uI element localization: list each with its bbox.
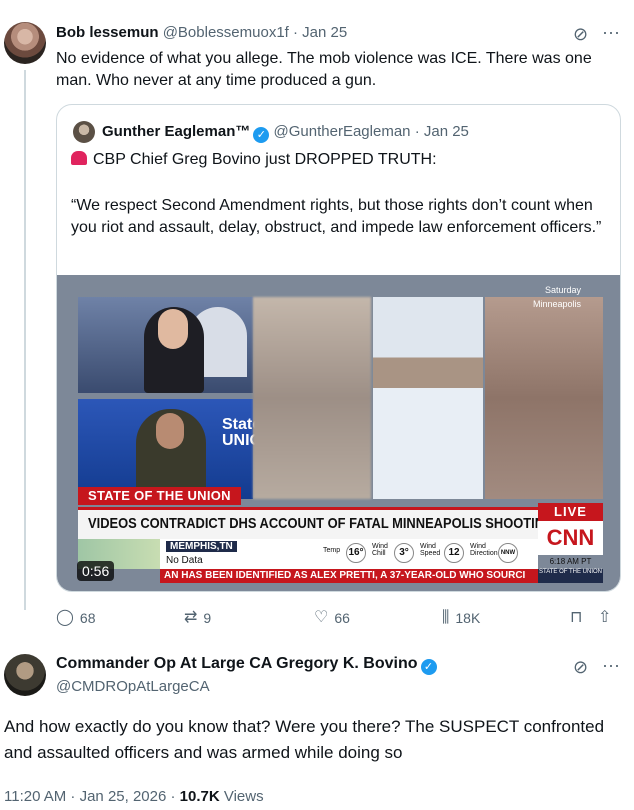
view-count: 18K <box>455 610 481 626</box>
windspeed-label: Wind Speed <box>420 543 441 557</box>
quote-author-avatar <box>73 121 95 143</box>
video-duration-badge: 0:56 <box>77 561 115 581</box>
share-action[interactable]: ⇧ <box>598 610 611 626</box>
city-sub-label: No Data <box>166 555 203 566</box>
winddir-value: NNW <box>498 543 518 563</box>
repost-icon: ⇄ <box>184 609 198 626</box>
news-lower-third: STATE OF THE UNION VIDEOS CONTRADICT DHS… <box>78 487 603 583</box>
more-options-icon[interactable]: ··· <box>602 22 620 43</box>
quote-line1-text: CBP Chief Greg Bovino just DROPPED TRUTH… <box>93 151 437 168</box>
windchill-value: 3° <box>394 543 414 563</box>
main-tweet-timestamp[interactable]: 11:20 AM · Jan 25, 2026 · <box>4 788 180 805</box>
video-corner-weather: Saturday Minneapolis <box>533 283 581 311</box>
share-icon: ⇧ <box>598 609 612 626</box>
windchill-label: Wind Chill <box>372 543 388 557</box>
video-blurred-panel-left <box>253 297 371 499</box>
headline-bar: VIDEOS CONTRADICT DHS ACCOUNT OF FATAL M… <box>78 507 554 539</box>
video-anchor-panel <box>78 297 253 393</box>
temp-label: Temp <box>323 547 341 554</box>
video-blurred-panel-right <box>485 297 603 499</box>
main-view-count: 10.7K <box>179 788 220 805</box>
broadcast-clock: 6:18 AM PT <box>549 557 592 566</box>
thread-connector-line <box>24 70 26 610</box>
quoted-tweet-card[interactable]: Gunther Eagleman™ ✓ @GuntherEagleman · Ja… <box>56 104 621 592</box>
tweet-action-bar: ◯ 68 ⇄ 9 ♡ 66 ⫼ 18K ⊓ ⇧ <box>56 608 621 632</box>
views-action[interactable]: ⫼ 18K <box>442 609 481 627</box>
video-guest-panel: State UNIO <box>78 399 262 499</box>
temp-value: 16° <box>346 543 366 563</box>
repost-count: 9 <box>203 610 212 626</box>
news-headline: VIDEOS CONTRADICT DHS ACCOUNT OF FATAL M… <box>88 515 555 532</box>
heart-icon: ♡ <box>314 609 329 626</box>
grok-icon[interactable]: ⊘ <box>573 657 588 678</box>
guest-face <box>156 413 184 449</box>
main-author-handle[interactable]: @CMDROpAtLargeCA <box>56 678 210 695</box>
quote-author-handle: @GuntherEagleman <box>273 123 411 140</box>
show-name-small: STATE OF THE UNION <box>538 569 603 583</box>
separator-dot: · <box>414 123 420 140</box>
weather-info-bar: MEMPHIS,TN No Data Temp 16° Wind Chill 3… <box>78 539 538 569</box>
weather-city: Minneapolis <box>533 299 582 309</box>
news-ticker: AN HAS BEEN IDENTIFIED AS ALEX PRETTI, A… <box>160 569 538 583</box>
grok-icon[interactable]: ⊘ <box>573 24 588 45</box>
analytics-icon: ⫼ <box>442 609 450 626</box>
quote-text-line1: CBP Chief Greg Bovino just DROPPED TRUTH… <box>71 151 437 169</box>
reply-author-avatar[interactable] <box>4 22 46 64</box>
video-player[interactable]: State UNIO Saturday Minneapolis STATE OF… <box>57 275 620 591</box>
windspeed-value: 12 <box>444 543 464 563</box>
reply-text: No evidence of what you allege. The mob … <box>56 50 592 89</box>
winddir-label: Wind Direction <box>470 543 498 557</box>
more-options-icon[interactable]: ··· <box>602 655 620 676</box>
verified-badge-icon: ✓ <box>253 127 270 143</box>
weather-day: Saturday <box>545 285 582 295</box>
main-tweet-text: And how exactly do you know that? Were y… <box>4 717 605 762</box>
main-author-avatar[interactable] <box>4 654 46 696</box>
reply-action[interactable]: ◯ 68 <box>56 609 96 627</box>
bookmark-action[interactable]: ⊓ <box>570 610 582 626</box>
anchor-face <box>158 309 188 349</box>
main-author-name-row: Commander Op At Large CA Gregory K. Bovi… <box>56 655 437 675</box>
show-name-tag: STATE OF THE UNION <box>78 487 241 505</box>
like-count: 66 <box>334 610 350 626</box>
network-logo: CNN <box>538 521 603 555</box>
like-action[interactable]: ♡ 66 <box>314 609 350 627</box>
reply-date[interactable]: Jan 25 <box>302 24 347 41</box>
quote-author-name: Gunther Eagleman™ <box>102 123 251 140</box>
reply-author-handle[interactable]: @Boblessemuox1f <box>163 24 289 41</box>
repost-action[interactable]: ⇄ 9 <box>184 609 212 627</box>
video-street-panel <box>373 297 483 499</box>
city-box: MEMPHIS,TN No Data <box>160 539 237 569</box>
main-views-label: Views <box>219 788 264 805</box>
siren-emoji-icon <box>71 151 87 165</box>
verified-badge-icon: ✓ <box>420 659 437 675</box>
quote-text-body: “We respect Second Amendment rights, but… <box>71 197 602 236</box>
quote-date: Jan 25 <box>423 123 469 140</box>
main-author-name[interactable]: Commander Op At Large CA Gregory K. Bovi… <box>56 655 418 672</box>
bookmark-icon: ⊓ <box>570 609 583 626</box>
city-label: MEMPHIS,TN <box>166 541 237 552</box>
main-tweet-meta: 11:20 AM · Jan 25, 2026 · 10.7K Views <box>4 788 264 805</box>
reply-count: 68 <box>79 610 96 626</box>
quote-header: Gunther Eagleman™ ✓ @GuntherEagleman · Ja… <box>102 123 469 143</box>
reply-header: Bob lessemun @Boblessemuox1f · Jan 25 <box>56 24 347 41</box>
reply-icon: ◯ <box>56 609 74 626</box>
live-badge: LIVE <box>538 503 603 521</box>
reply-author-name[interactable]: Bob lessemun <box>56 24 159 41</box>
separator-dot: · <box>293 24 298 41</box>
